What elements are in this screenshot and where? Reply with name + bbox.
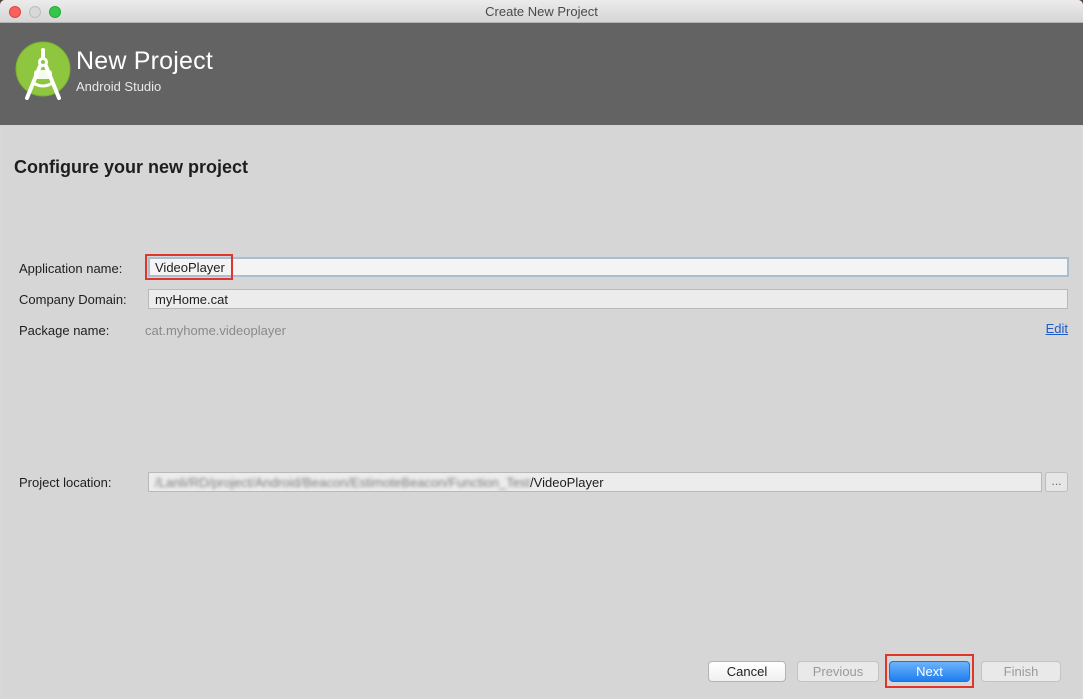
edit-package-name-link[interactable]: Edit — [1046, 321, 1068, 336]
previous-button[interactable]: Previous — [797, 661, 879, 682]
header-subtitle: Android Studio — [76, 79, 162, 94]
browse-location-button[interactable]: ... — [1045, 472, 1068, 492]
cancel-button[interactable]: Cancel — [708, 661, 786, 682]
header-title: New Project — [76, 47, 213, 75]
window-title: Create New Project — [485, 4, 598, 19]
company-domain-input[interactable]: myHome.cat — [148, 289, 1068, 309]
page-title: Configure your new project — [14, 157, 249, 177]
project-location-input[interactable]: /Lanli/RD/project/Android/Beacon/Estimot… — [148, 472, 1042, 492]
project-location-label: Project location: — [19, 475, 112, 490]
package-name-value: cat.myhome.videoplayer — [145, 323, 286, 338]
project-location-folder: /VideoPlayer — [530, 475, 604, 490]
application-name-input[interactable]: VideoPlayer — [148, 257, 1069, 277]
android-studio-logo-icon — [15, 41, 71, 100]
application-name-label: Application name: — [19, 261, 123, 276]
company-domain-label: Company Domain: — [19, 292, 127, 307]
wizard-header: New Project Android Studio — [0, 23, 1083, 125]
wizard-content: Configure your new project Application n… — [2, 125, 1081, 699]
create-new-project-window: Create New Project New Project Android S… — [0, 0, 1083, 699]
title-bar: Create New Project — [0, 0, 1083, 23]
project-location-blurred-path: /Lanli/RD/project/Android/Beacon/Estimot… — [155, 475, 531, 490]
package-name-label: Package name: — [19, 323, 110, 338]
next-button[interactable]: Next — [889, 661, 970, 682]
finish-button[interactable]: Finish — [981, 661, 1061, 682]
